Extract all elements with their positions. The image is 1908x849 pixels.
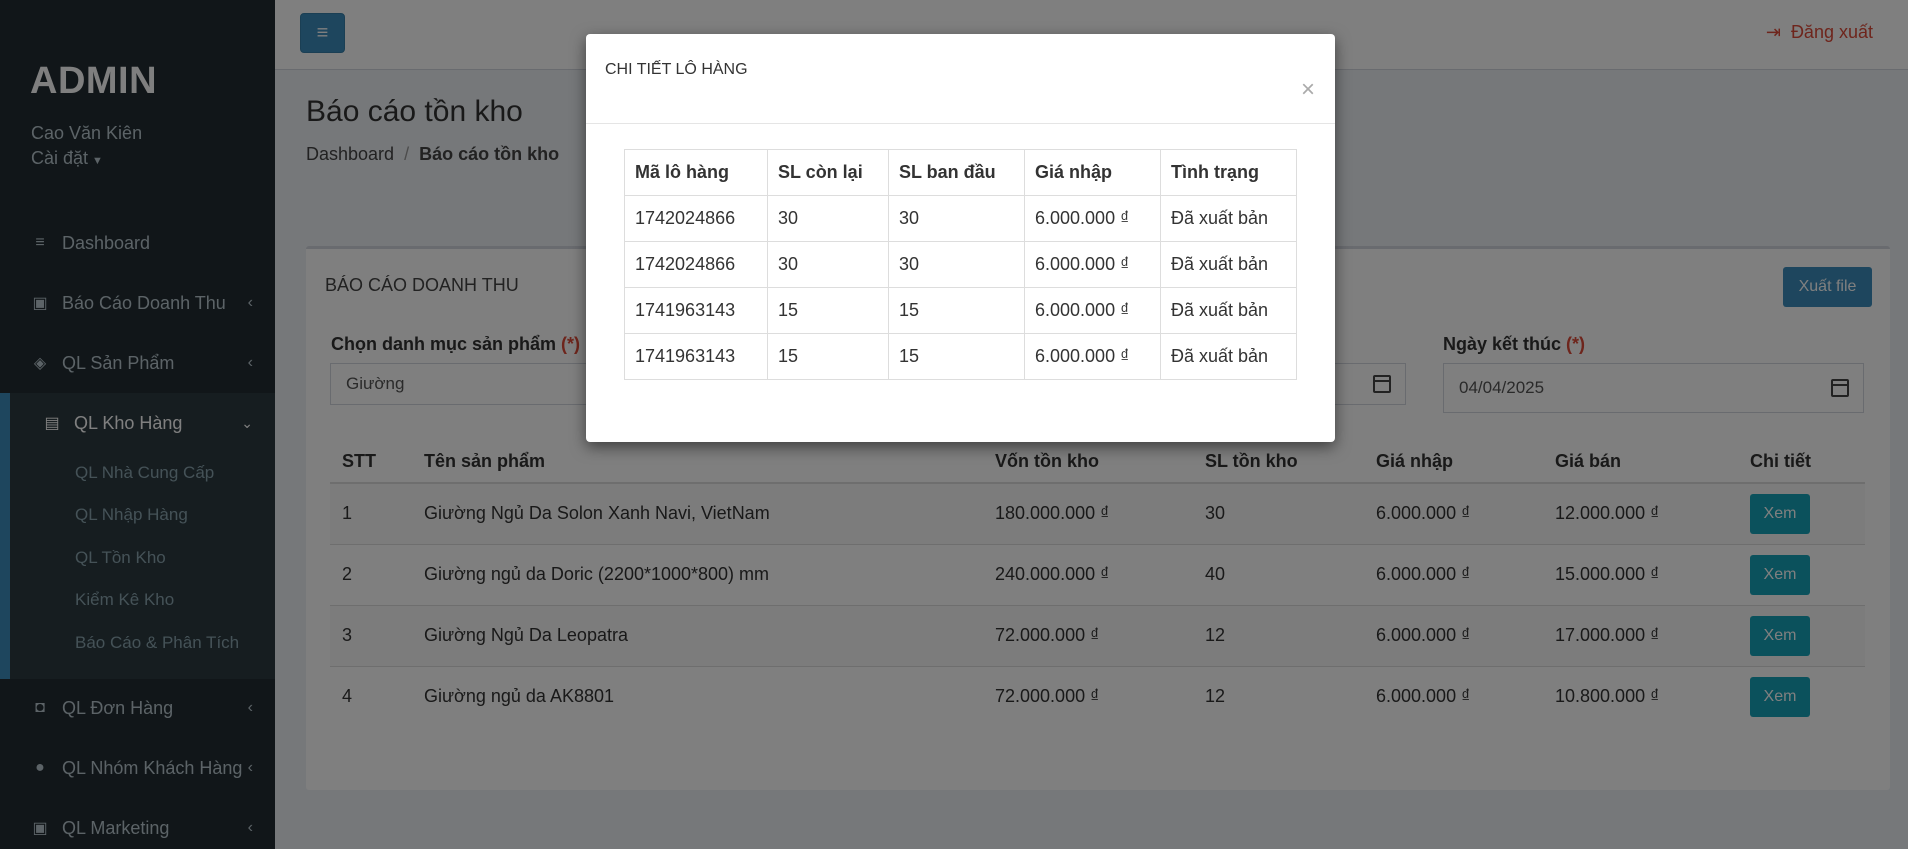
lot-row: 1742024866 30 30 6.000.000 ₫ Đã xuất bản [624,195,1297,242]
cell: 30 [767,195,889,242]
cell: 1741963143 [624,333,768,380]
lot-row: 1742024866 30 30 6.000.000 ₫ Đã xuất bản [624,241,1297,288]
cell: Đã xuất bản [1160,241,1297,288]
cell: 1742024866 [624,195,768,242]
col-remaining-qty: SL còn lại [767,149,889,196]
lot-row: 1741963143 15 15 6.000.000 ₫ Đã xuất bản [624,287,1297,334]
cell: 30 [888,241,1025,288]
modal-header: CHI TIẾT LÔ HÀNG × [586,34,1335,124]
lot-row: 1741963143 15 15 6.000.000 ₫ Đã xuất bản [624,333,1297,380]
cell: 6.000.000 ₫ [1024,241,1161,288]
lot-detail-modal: CHI TIẾT LÔ HÀNG × Mã lô hàng SL còn lại… [586,34,1335,442]
cell: Đã xuất bản [1160,195,1297,242]
close-icon[interactable]: × [1301,78,1315,102]
modal-title: CHI TIẾT LÔ HÀNG [605,61,748,78]
cell: 1742024866 [624,241,768,288]
cell: 30 [888,195,1025,242]
cell: 1741963143 [624,287,768,334]
cell: Đã xuất bản [1160,287,1297,334]
cell: 6.000.000 ₫ [1024,195,1161,242]
cell: 6.000.000 ₫ [1024,333,1161,380]
cell: 15 [767,287,889,334]
cell: Đã xuất bản [1160,333,1297,380]
lot-table-header-row: Mã lô hàng SL còn lại SL ban đầu Giá nhậ… [624,149,1297,196]
cell: 6.000.000 ₫ [1024,287,1161,334]
cell: 15 [888,333,1025,380]
cell: 15 [888,287,1025,334]
col-lot-code: Mã lô hàng [624,149,768,196]
col-status: Tình trạng [1160,149,1297,196]
lot-table: Mã lô hàng SL còn lại SL ban đầu Giá nhậ… [624,149,1297,380]
col-import-price: Giá nhập [1024,149,1161,196]
cell: 15 [767,333,889,380]
cell: 30 [767,241,889,288]
col-initial-qty: SL ban đầu [888,149,1025,196]
